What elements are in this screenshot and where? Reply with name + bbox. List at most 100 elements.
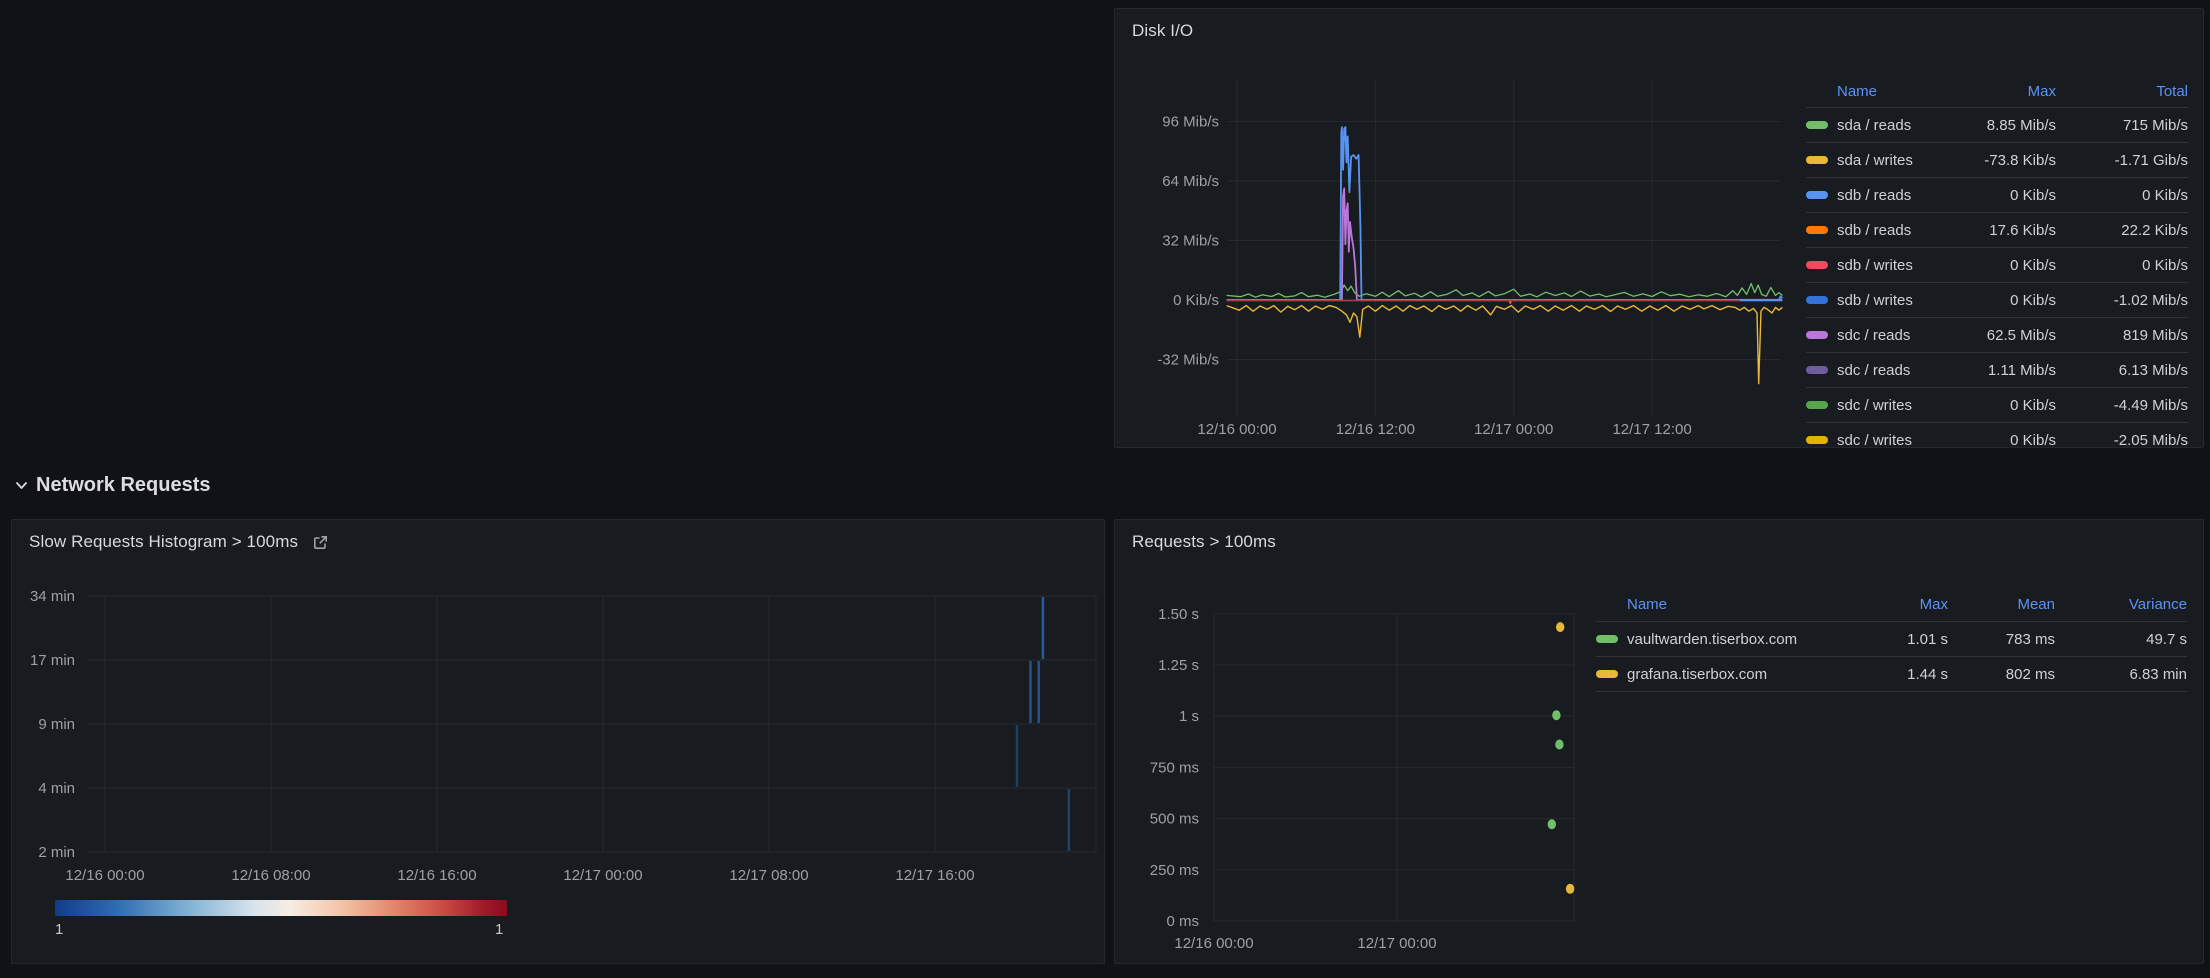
legend-col-max[interactable]: Max <box>1941 83 2056 100</box>
series-name-label[interactable]: sdc / reads <box>1837 362 1910 379</box>
heatmap-y-tick-label: 4 min <box>38 780 75 797</box>
series-color-swatch <box>1596 635 1618 643</box>
disk-io-legend-row[interactable]: sdc / writes0 Kib/s-4.49 Mib/s <box>1806 388 2188 423</box>
legend-value: -73.8 Kib/s <box>1941 152 2056 169</box>
series-color-swatch <box>1806 296 1828 304</box>
legend-value: 1.01 s <box>1853 631 1948 648</box>
requests-x-tick-label: 12/16 00:00 <box>1174 935 1253 952</box>
heatmap-y-tick-label: 9 min <box>38 716 75 733</box>
panel-slow-requests-histogram: Slow Requests Histogram > 100ms 34 min17… <box>11 519 1105 964</box>
series-name-label[interactable]: sdb / writes <box>1837 257 1913 274</box>
disk-io-legend-row[interactable]: sda / reads 8.85 Mib/s 715 Mib/s <box>1806 108 2188 143</box>
legend-value: 0 Kib/s <box>1941 187 2056 204</box>
legend-col-total[interactable]: Total <box>2068 83 2188 100</box>
heatmap-x-tick-label: 12/16 16:00 <box>397 867 476 884</box>
series-color-swatch <box>1806 261 1828 269</box>
heatmap-cell <box>1016 725 1019 787</box>
scatter-point[interactable] <box>1548 819 1556 829</box>
series-color-swatch <box>1806 436 1828 444</box>
disk-y-tick-label: 96 Mib/s <box>1162 113 1219 130</box>
legend-value: -2.05 Mib/s <box>2068 432 2188 449</box>
disk-series-line <box>1227 188 1783 300</box>
heatmap-x-tick-label: 12/17 08:00 <box>729 867 808 884</box>
panel-title-slow-requests[interactable]: Slow Requests Histogram > 100ms <box>29 532 298 552</box>
series-color-swatch <box>1806 121 1828 129</box>
series-name-label[interactable]: vaultwarden.tiserbox.com <box>1627 631 1797 648</box>
disk-io-legend-table: Name Max Total sda / reads 8.85 Mib/s 715 Mib… <box>1806 75 2188 448</box>
requests-y-tick-label: 500 ms <box>1150 811 1199 828</box>
disk-io-legend-row[interactable]: sdb / writes 0 Kib/s -1.02 Mib/s <box>1806 283 2188 318</box>
series-color-swatch <box>1806 366 1828 374</box>
heatmap-scale-max-label: 1 <box>495 921 503 938</box>
slow-requests-heatmap[interactable]: 34 min17 min9 min4 min2 min12/16 00:0012… <box>12 520 1104 963</box>
external-link-icon[interactable] <box>312 534 329 551</box>
series-color-swatch <box>1806 401 1828 409</box>
series-name-label[interactable]: sda / writes <box>1837 152 1913 169</box>
legend-value: 0 Kib/s <box>1941 257 2056 274</box>
heatmap-x-tick-label: 12/17 16:00 <box>895 867 974 884</box>
requests-y-tick-label: 0 ms <box>1166 913 1199 930</box>
section-network-requests[interactable]: Network Requests <box>14 474 211 497</box>
legend-col-variance[interactable]: Variance <box>2067 596 2187 613</box>
heatmap-cell <box>1068 789 1071 851</box>
requests-legend-row[interactable]: grafana.tiserbox.com 1.44 s 802 ms 6.83 min <box>1596 657 2187 692</box>
legend-value: 6.83 min <box>2067 666 2187 683</box>
legend-value: 1.44 s <box>1853 666 1948 683</box>
scatter-point[interactable] <box>1555 740 1563 750</box>
disk-io-legend-row[interactable]: sda / writes -73.8 Kib/s -1.71 Gib/s <box>1806 143 2188 178</box>
legend-col-name[interactable]: Name <box>1806 83 1929 100</box>
series-name-label[interactable]: sdb / reads <box>1837 222 1911 239</box>
legend-value: -1.02 Mib/s <box>2068 292 2188 309</box>
requests-y-tick-label: 1.25 s <box>1158 657 1199 674</box>
series-name-label[interactable]: sdc / reads <box>1837 327 1910 344</box>
series-name-label[interactable]: sdb / writes <box>1837 292 1913 309</box>
disk-io-legend-row[interactable]: sdc / writes0 Kib/s-2.05 Mib/s <box>1806 423 2188 448</box>
disk-io-legend-row[interactable]: sdc / reads62.5 Mib/s819 Mib/s <box>1806 318 2188 353</box>
disk-io-legend-header: Name Max Total <box>1806 75 2188 108</box>
requests-scatter-chart[interactable]: 1.50 s1.25 s1 s750 ms500 ms250 ms0 ms12/… <box>1115 520 2203 963</box>
disk-io-legend-row[interactable]: sdc / reads1.11 Mib/s6.13 Mib/s <box>1806 353 2188 388</box>
series-name-label[interactable]: grafana.tiserbox.com <box>1627 666 1767 683</box>
heatmap-cell <box>1038 661 1041 723</box>
panel-disk-io: Disk I/O 96 Mib/s64 Mib/s32 Mib/s0 Kib/s… <box>1114 8 2204 448</box>
requests-y-tick-label: 1 s <box>1179 708 1199 725</box>
legend-value: 715 Mib/s <box>2068 117 2188 134</box>
legend-value: -1.71 Gib/s <box>2068 152 2188 169</box>
series-name-label[interactable]: sdb / reads <box>1837 187 1911 204</box>
legend-value: 8.85 Mib/s <box>1941 117 2056 134</box>
series-name-label[interactable]: sda / reads <box>1837 117 1911 134</box>
disk-io-legend-row[interactable]: sdb / writes 0 Kib/s 0 Kib/s <box>1806 248 2188 283</box>
legend-value: 0 Kib/s <box>2068 187 2188 204</box>
disk-series-line <box>1227 306 1783 384</box>
legend-value: 0 Kib/s <box>1941 292 2056 309</box>
heatmap-y-tick-label: 2 min <box>38 844 75 861</box>
disk-x-tick-label: 12/17 00:00 <box>1474 421 1553 438</box>
series-color-swatch <box>1806 191 1828 199</box>
legend-col-name[interactable]: Name <box>1596 596 1841 613</box>
disk-x-tick-label: 12/16 00:00 <box>1197 421 1276 438</box>
scatter-point[interactable] <box>1556 622 1564 632</box>
scatter-point[interactable] <box>1566 884 1574 894</box>
legend-value: 0 Kib/s <box>2068 257 2188 274</box>
legend-value: 1.11 Mib/s <box>1941 362 2056 379</box>
legend-col-max[interactable]: Max <box>1853 596 1948 613</box>
requests-x-tick-label: 12/17 00:00 <box>1357 935 1436 952</box>
requests-y-tick-label: 250 ms <box>1150 862 1199 879</box>
legend-value: 802 ms <box>1960 666 2055 683</box>
disk-y-tick-label: 64 Mib/s <box>1162 173 1219 190</box>
disk-series-line <box>1227 284 1783 298</box>
legend-value: 62.5 Mib/s <box>1941 327 2056 344</box>
scatter-point[interactable] <box>1552 710 1560 720</box>
disk-io-legend-row[interactable]: sdb / reads 0 Kib/s 0 Kib/s <box>1806 178 2188 213</box>
requests-legend-row[interactable]: vaultwarden.tiserbox.com1.01 s783 ms49.7… <box>1596 622 2187 657</box>
panel-title-disk-io[interactable]: Disk I/O <box>1132 21 1193 41</box>
disk-io-legend-row[interactable]: sdb / reads17.6 Kib/s22.2 Kib/s <box>1806 213 2188 248</box>
series-name-label[interactable]: sdc / writes <box>1837 432 1912 449</box>
series-color-swatch <box>1806 226 1828 234</box>
heatmap-x-tick-label: 12/17 00:00 <box>563 867 642 884</box>
disk-x-tick-label: 12/16 12:00 <box>1336 421 1415 438</box>
disk-series-line <box>1227 127 1783 300</box>
legend-col-mean[interactable]: Mean <box>1960 596 2055 613</box>
series-name-label[interactable]: sdc / writes <box>1837 397 1912 414</box>
panel-title-requests[interactable]: Requests > 100ms <box>1132 532 1276 552</box>
